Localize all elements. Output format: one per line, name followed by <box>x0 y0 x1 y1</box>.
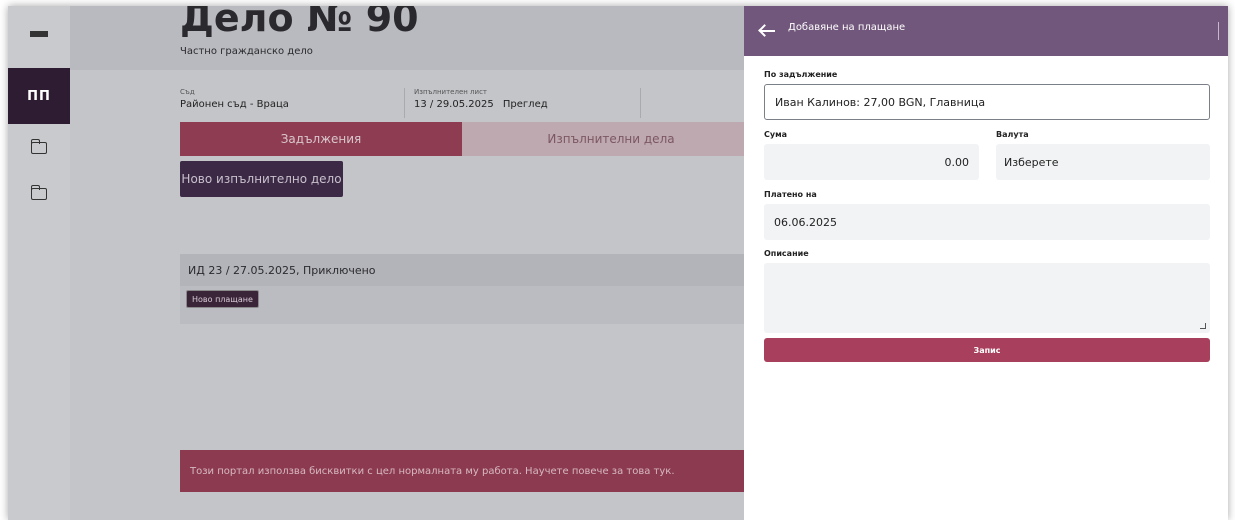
currency-value: Изберете <box>1004 155 1059 169</box>
resize-handle-icon[interactable] <box>1200 323 1206 329</box>
divider <box>404 88 405 118</box>
divider <box>1218 22 1220 40</box>
description-textarea[interactable] <box>764 263 1210 333</box>
cookie-banner[interactable]: Този портал използва бисквитки с цел нор… <box>180 450 760 492</box>
brand-tile[interactable]: ПП <box>8 68 70 124</box>
drawer-header: Добавяне на плащане <box>744 6 1228 56</box>
new-enforcement-case-button[interactable]: Ново изпълнително дело <box>180 161 343 197</box>
case-info: Съд Районен съд - Враца Изпълнителен лис… <box>180 88 760 118</box>
enforcement-case-heading[interactable]: ИД 23 / 27.05.2025, Приключено <box>180 254 760 286</box>
writ-info: Изпълнителен лист 13 / 29.05.2025 Прегле… <box>414 88 548 118</box>
back-arrow-icon[interactable] <box>758 23 776 39</box>
divider <box>640 88 641 118</box>
nav-rail: ПП <box>8 6 70 520</box>
enforcement-case-card: ИД 23 / 27.05.2025, Приключено Ново плащ… <box>180 254 760 324</box>
currency-select[interactable]: Изберете <box>996 144 1210 180</box>
writ-value: 13 / 29.05.2025 <box>414 99 494 110</box>
save-button[interactable]: Запис <box>764 338 1210 362</box>
page-title: Дело № 90 <box>180 6 419 40</box>
add-payment-drawer: Добавяне на плащане По задължение Иван К… <box>744 6 1228 520</box>
court-info: Съд Районен съд - Враца <box>180 88 289 118</box>
court-label: Съд <box>180 88 195 96</box>
amount-input[interactable]: 0.00 <box>764 144 979 180</box>
amount-value: 0.00 <box>944 155 970 169</box>
app-window: ПП Дело № 90 Частно гражданско дело Съд … <box>8 6 1228 520</box>
nav-folder-2[interactable] <box>8 176 70 212</box>
writ-preview-link[interactable]: Преглед <box>503 99 548 110</box>
paid-on-value: 06.06.2025 <box>774 215 837 229</box>
folder-icon <box>30 185 47 200</box>
tab-obligations[interactable]: Задължения <box>180 122 462 156</box>
amount-label: Сума <box>764 130 788 139</box>
nav-folder-1[interactable] <box>8 130 70 166</box>
writ-label: Изпълнителен лист <box>414 88 487 96</box>
court-value: Районен съд - Враца <box>180 99 289 110</box>
screen: ПП Дело № 90 Частно гражданско дело Съд … <box>0 0 1235 520</box>
currency-label: Валута <box>996 130 1029 139</box>
paid-on-label: Платено на <box>764 190 817 199</box>
hamburger-icon <box>30 30 48 44</box>
menu-button[interactable] <box>8 6 70 68</box>
writ-value-row: 13 / 29.05.2025 Преглед <box>414 99 548 110</box>
obligation-value: Иван Калинов: 27,00 BGN, Главница <box>775 95 986 109</box>
paid-on-date-input[interactable]: 06.06.2025 <box>764 204 1210 240</box>
obligation-label: По задължение <box>764 70 838 79</box>
page-subtitle: Частно гражданско дело <box>180 46 313 57</box>
drawer-title: Добавяне на плащане <box>788 22 906 33</box>
obligation-select[interactable]: Иван Калинов: 27,00 BGN, Главница <box>764 84 1210 120</box>
folder-icon <box>30 139 47 154</box>
description-label: Описание <box>764 249 809 258</box>
tab-enforcement-cases[interactable]: Изпълнителни дела <box>462 122 760 156</box>
new-payment-button[interactable]: Ново плащане <box>186 290 259 308</box>
tab-bar: Задължения Изпълнителни дела <box>180 122 760 156</box>
